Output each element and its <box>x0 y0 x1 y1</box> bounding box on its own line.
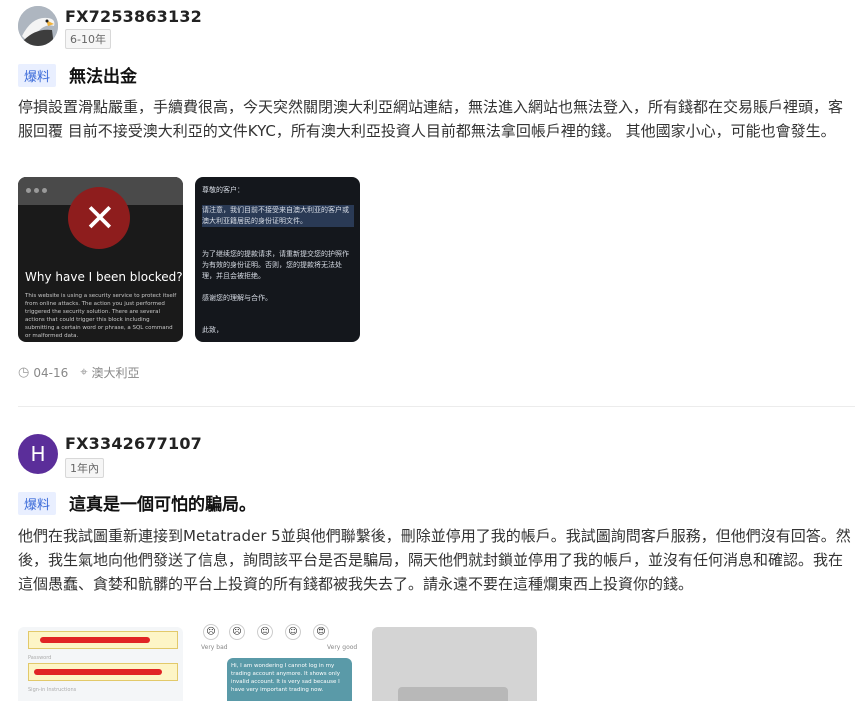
post-title[interactable]: 這真是一個可怕的騙局。 <box>69 490 256 515</box>
post-location: 澳大利亞 <box>91 366 140 380</box>
post-meta: ◷ 04-16 ⌖ 澳大利亞 <box>18 364 140 381</box>
rating-emoji-icon: 😐 <box>257 624 273 640</box>
attachment-image[interactable]: Password Sign-in Instructions <box>18 627 183 701</box>
image-placeholder <box>398 687 508 701</box>
post-date: 04-16 <box>33 365 69 380</box>
chat-message: Hi, I am wondering I cannot log in my tr… <box>231 663 341 693</box>
post-divider <box>18 406 855 407</box>
username[interactable]: FX7253863132 <box>65 7 202 26</box>
attachment-image[interactable]: ✕ Why have I been blocked? This website … <box>18 177 183 342</box>
rating-low-label: Very bad <box>201 644 228 651</box>
post-body: 他們在我試圖重新連接到Metatrader 5並與他們聯繫後，刪除並停用了我的帳… <box>18 527 851 593</box>
blocked-heading: Why have I been blocked? <box>25 270 183 284</box>
exposure-badge: 爆料 <box>18 492 57 515</box>
attachment-image[interactable]: ☹ ☹ 😐 ☺ 😍 Very bad Very good Hi, I am wo… <box>195 622 360 701</box>
message-line: 为了继续您的提款请求，请重新提交您的护照作为有效的身份证明。否则，您的提款将无法… <box>202 250 349 280</box>
attachment-image[interactable] <box>372 627 537 701</box>
rating-emoji-icon: 😍 <box>313 624 329 640</box>
redaction-mark <box>34 669 162 675</box>
rating-emoji-icon: ☺ <box>285 624 301 640</box>
field-label: Password <box>28 655 52 661</box>
eagle-avatar-icon <box>18 6 58 46</box>
rating-emoji-icon: ☹ <box>229 624 245 640</box>
message-line: 感谢您的理解与合作。 <box>202 294 272 302</box>
location-pin-icon: ⌖ <box>80 365 88 380</box>
close-icon: ✕ <box>84 196 116 240</box>
redaction-mark <box>40 637 150 643</box>
message-line: 此致， <box>202 326 223 334</box>
tenure-badge: 1年內 <box>65 458 104 478</box>
exposure-badge: 爆料 <box>18 64 57 87</box>
post-body: 停損設置滑點嚴重，手續費很高，今天突然關閉澳大利亞網站連結，無法進入網站也無法登… <box>18 98 844 140</box>
blocked-description: This website is using a security service… <box>25 293 177 339</box>
attachment-image[interactable]: 尊敬的客户： 请注意，我们目前不接受来自澳大利亚的客户或澳大利亚籍居民的身份证明… <box>195 177 360 342</box>
username[interactable]: FX3342677107 <box>65 434 202 453</box>
user-avatar[interactable]: H <box>18 434 58 474</box>
rating-emoji-icon: ☹ <box>203 624 219 640</box>
user-avatar[interactable] <box>18 6 58 46</box>
clock-icon: ◷ <box>18 365 30 380</box>
message-line: 尊敬的客户： <box>202 186 244 194</box>
post-title[interactable]: 無法出金 <box>69 62 137 87</box>
rating-high-label: Very good <box>327 644 358 651</box>
field-label: Sign-in Instructions <box>28 687 77 693</box>
tenure-badge: 6-10年 <box>65 29 111 49</box>
message-line: 请注意，我们目前不接受来自澳大利亚的客户或澳大利亚籍居民的身份证明文件。 <box>202 205 354 227</box>
